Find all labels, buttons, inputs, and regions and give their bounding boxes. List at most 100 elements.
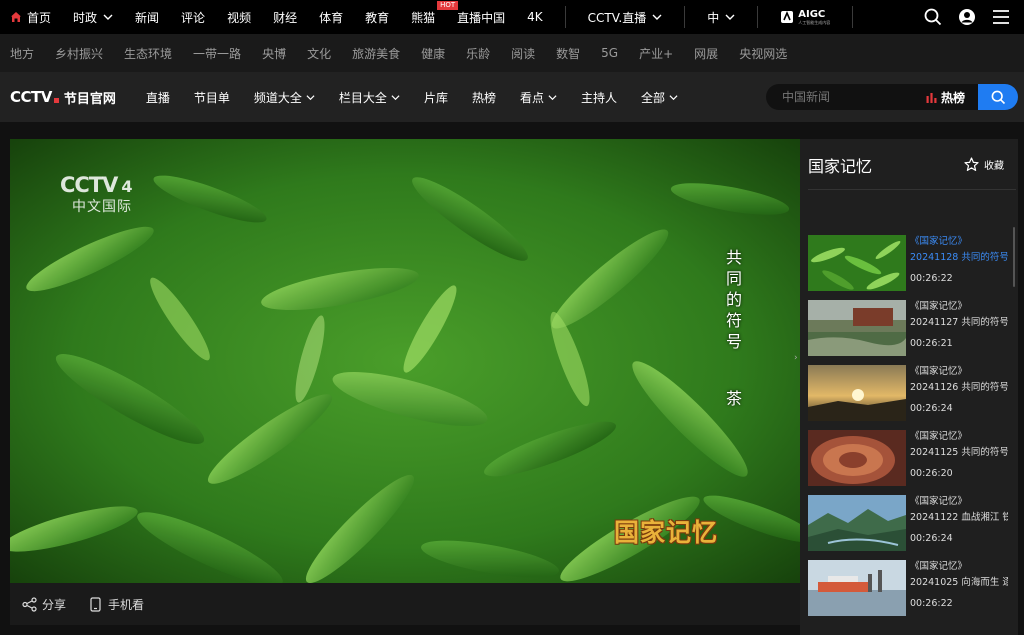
episode-subtitle: 20241127 共同的符号 [910,317,1008,328]
nav-item-politics[interactable]: 时政 [73,9,113,26]
top-nav: 首页 时政 新闻 评论 视频 财经 体育 教育 熊猫 HOT 直播中国 4K C… [0,0,1024,34]
episode-thumbnail [808,495,906,551]
channel-nav-label: 直播 [145,90,170,105]
episode-item[interactable]: 《国家记忆》 20241126 共同的符号 00:26:24 [808,365,1008,430]
episode-duration: 00:26:22 [910,273,953,284]
episode-title: 《国家记忆》 [910,431,968,442]
nav-item-news[interactable]: 新闻 [135,9,159,26]
mobile-watch-label: 手机看 [108,597,145,612]
star-icon [964,157,979,171]
episode-title: 《国家记忆》 [910,301,968,312]
channel-watermark-sub: 中文国际 [72,199,132,215]
aigc-sublabel: 人工智能生成内容 [798,19,831,25]
channel-nav-label: 主持人 [580,90,617,105]
subnav-item[interactable]: 央博 [262,45,286,62]
divider [852,6,854,28]
logo-site-text: 节目官网 [63,91,116,107]
chevron-down-icon [103,14,113,20]
nav-item-label: 首页 [27,10,52,25]
subnav-item[interactable]: 文化 [307,45,331,62]
episode-item[interactable]: 《国家记忆》 20241122 血战湘江 铁 00:26:24 [808,495,1008,560]
aigc-logo-icon [781,10,794,23]
episode-duration: 00:26:22 [910,598,953,609]
episode-list: 《国家记忆》 20241128 共同的符号 00:26:22 《国家记忆》 20… [808,235,1008,625]
subnav-item[interactable]: 数智 [556,45,580,62]
episode-item[interactable]: 《国家记忆》 20241128 共同的符号 00:26:22 [808,235,1008,300]
episode-duration: 00:26:24 [910,533,953,544]
subnav-item[interactable]: 产业+ [639,45,673,62]
episode-title: 《国家记忆》 [910,561,968,572]
sub-nav: 地方 乡村振兴 生态环境 一带一路 央博 文化 旅游美食 健康 乐龄 阅读 数智… [0,34,1024,72]
subnav-item[interactable]: 旅游美食 [352,45,400,62]
nav-item-label: 教育 [365,10,390,25]
home-icon [11,12,21,22]
video-subtitle-word: 茶 [726,389,743,408]
nav-item-cctv-live[interactable]: CCTV.直播 [588,9,663,26]
chevron-right-icon[interactable]: › [794,353,800,363]
divider [757,6,759,28]
episode-subtitle: 20241125 共同的符号 [910,447,1008,458]
nav-item-4k[interactable]: 4K [527,10,543,24]
channel-nav-columns[interactable]: 栏目大全 [339,89,400,106]
nav-item-education[interactable]: 教育 [365,9,389,26]
search-input[interactable] [766,90,916,104]
nav-item-label: 视频 [227,10,252,25]
scrollbar[interactable] [1013,227,1015,287]
subnav-item[interactable]: 地方 [10,45,34,62]
episode-title: 《国家记忆》 [910,366,968,377]
channel-nav-channels[interactable]: 频道大全 [254,89,315,106]
episode-duration: 00:26:21 [910,338,953,349]
video-player[interactable]: CCTV 4 中文国际 共同的符号 茶 国家记忆 [10,139,800,583]
subnav-item[interactable]: 生态环境 [124,45,172,62]
share-button[interactable]: 分享 [22,596,66,613]
hot-list-link[interactable]: 热榜 [926,89,965,106]
logo-dot [53,97,59,103]
subnav-item[interactable]: 乐龄 [466,45,490,62]
subnav-item[interactable]: 阅读 [511,45,535,62]
subnav-item[interactable]: 网展 [694,45,718,62]
mobile-watch-button[interactable]: 手机看 [88,596,144,613]
channel-watermark: CCTV 4 中文国际 [60,173,160,217]
subnav-item[interactable]: 央视网选 [739,45,787,62]
nav-item-video[interactable]: 视频 [227,9,251,26]
menu-icon[interactable] [992,8,1010,26]
episode-item[interactable]: 《国家记忆》 20241127 共同的符号 00:26:21 [808,300,1008,365]
channel-nav-label: 热榜 [471,90,496,105]
channel-nav-live[interactable]: 直播 [146,89,170,106]
episode-subtitle: 20241128 共同的符号 [910,252,1008,263]
language-switcher[interactable]: 中 [707,9,735,26]
nav-item-home[interactable]: 首页 [10,9,51,26]
search-button[interactable] [978,84,1018,110]
channel-nav-hosts[interactable]: 主持人 [581,89,617,106]
chevron-down-icon [548,94,557,100]
episode-item[interactable]: 《国家记忆》 20241025 向海而生 逐 00:26:22 [808,560,1008,625]
subnav-item[interactable]: 乡村振兴 [55,45,103,62]
cctv-logo[interactable]: CCTV 节目官网 [10,88,116,107]
search-icon[interactable] [924,8,942,26]
episode-thumbnail [808,235,906,291]
channel-nav-schedule[interactable]: 节目单 [194,89,230,106]
favorite-button[interactable]: 收藏 [964,157,1004,172]
hot-badge: HOT [437,0,459,10]
nav-item-panda[interactable]: 熊猫 HOT [411,0,459,26]
channel-nav-all[interactable]: 全部 [641,89,678,106]
nav-item-live-china[interactable]: 直播中国 [457,9,505,26]
channel-nav-label: 频道大全 [253,90,302,105]
episode-item[interactable]: 《国家记忆》 20241125 共同的符号 00:26:20 [808,430,1008,495]
user-icon[interactable] [958,8,976,26]
nav-item-comment[interactable]: 评论 [181,9,205,26]
subnav-item[interactable]: 5G [601,46,618,60]
chevron-down-icon [725,14,735,20]
channel-nav-hot[interactable]: 热榜 [472,89,496,106]
aigc-link[interactable]: AIGC 人工智能生成内容 [780,9,831,25]
nav-item-finance[interactable]: 财经 [273,9,297,26]
nav-item-sports[interactable]: 体育 [319,9,343,26]
subnav-item[interactable]: 健康 [421,45,445,62]
phone-icon [90,596,101,612]
channel-nav-label: 全部 [641,90,666,105]
subnav-item[interactable]: 一带一路 [193,45,241,62]
playlist-panel: › 国家记忆 收藏 《国家记忆》 20241128 共同的符号 00:26:22… [794,139,1018,635]
channel-nav-library[interactable]: 片库 [424,89,448,106]
channel-nav-highlights[interactable]: 看点 [520,89,557,106]
nav-item-label: CCTV.直播 [587,10,647,25]
